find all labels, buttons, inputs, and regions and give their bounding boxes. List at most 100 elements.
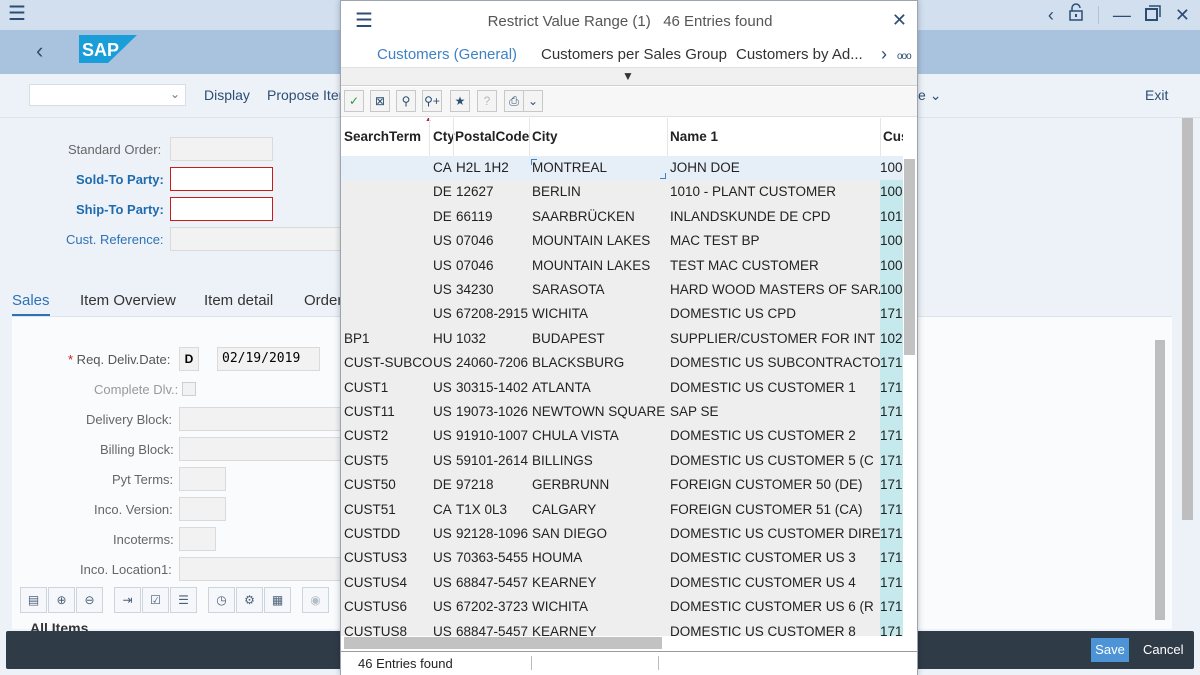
- add-icon[interactable]: ⊕: [48, 587, 75, 613]
- remove-icon[interactable]: ⊖: [76, 587, 103, 613]
- column-divider: [453, 118, 454, 156]
- table-row[interactable]: CUSTDD US 92128-1096 SAN DIEGO DOMESTIC US C…: [341, 522, 903, 547]
- checklist-icon[interactable]: ☑: [142, 587, 169, 613]
- tab-customers-general[interactable]: Customers (General): [377, 46, 517, 63]
- page-scrollbar[interactable]: [1182, 118, 1193, 520]
- table-row[interactable]: CUST11 US 19073-1026 NEWTOWN SQUARE SAP SE 17…: [341, 400, 903, 425]
- search-icon[interactable]: ⚲: [396, 90, 416, 112]
- restore-icon[interactable]: [1144, 4, 1161, 26]
- column-header-country[interactable]: Cty: [433, 129, 455, 144]
- exit-button[interactable]: Exit: [1145, 87, 1168, 103]
- cell-postalcode: 66119: [456, 208, 493, 224]
- dropdown-icon[interactable]: ⌄: [523, 90, 543, 112]
- cell-focus-indicator: [530, 158, 667, 180]
- column-header-postalcode[interactable]: PostalCode: [455, 129, 529, 144]
- table-row[interactable]: BP1 HU 1032 BUDAPEST SUPPLIER/CUSTOMER FOR I…: [341, 326, 903, 352]
- column-header-city[interactable]: City: [532, 129, 558, 144]
- table-vertical-scrollbar[interactable]: [904, 159, 915, 355]
- print-icon[interactable]: ⎙: [504, 90, 524, 112]
- req-deliv-date-field[interactable]: 02/19/2019: [217, 347, 320, 371]
- schedule-icon[interactable]: ◷: [208, 587, 235, 613]
- date-type-field[interactable]: D: [179, 347, 199, 371]
- tab-item-detail[interactable]: Item detail: [204, 292, 273, 309]
- tab-sales[interactable]: Sales: [12, 292, 50, 316]
- column-divider: [529, 118, 530, 156]
- inco-version-field[interactable]: [179, 497, 226, 521]
- standard-order-field[interactable]: [170, 137, 273, 161]
- unlock-icon[interactable]: [1068, 3, 1084, 26]
- hamburger-menu-icon[interactable]: ☰: [8, 4, 26, 24]
- column-header-name1[interactable]: Name 1: [670, 129, 718, 144]
- close-icon[interactable]: ✕: [892, 10, 907, 31]
- display-button[interactable]: Display: [204, 87, 250, 103]
- table-row[interactable]: US 67208-2915 WICHITA DOMESTIC US CPD 171: [341, 302, 903, 327]
- propose-item-button[interactable]: Propose Item: [267, 87, 350, 103]
- sold-to-party-field[interactable]: [170, 167, 273, 191]
- table-row[interactable]: CUSTUS3 US 70363-5455 HOUMA DOMESTIC CUSTOME…: [341, 546, 903, 571]
- column-header-customer[interactable]: Cus: [883, 129, 903, 144]
- cell-customer: 171: [880, 448, 903, 474]
- inco-location-field[interactable]: [179, 557, 345, 581]
- tab-customers-by-address[interactable]: Customers by Ad...: [736, 46, 863, 63]
- table-row[interactable]: CUST-SUBCO US 24060-7206 BLACKSBURG DOMESTIC…: [341, 351, 903, 376]
- back-icon[interactable]: ‹: [1048, 4, 1054, 26]
- close-icon[interactable]: ✕: [1175, 4, 1190, 26]
- cell-postalcode: 24060-7206: [456, 355, 529, 371]
- tab-order[interactable]: Order: [304, 292, 342, 309]
- table-row[interactable]: CUSTUS6 US 67202-3723 WICHITA DOMESTIC CUSTO…: [341, 595, 903, 620]
- cancel-button[interactable]: Cancel: [1143, 642, 1183, 657]
- config-icon[interactable]: ⚙: [236, 587, 263, 613]
- back-icon[interactable]: ‹: [36, 38, 43, 64]
- splitter-bar[interactable]: ▼: [341, 67, 917, 86]
- table-row[interactable]: CA H2L 1H2 MONTREAL JOHN DOE 100: [341, 156, 903, 181]
- pyt-terms-field[interactable]: [179, 467, 226, 491]
- accept-icon[interactable]: ✓: [344, 90, 364, 112]
- incoterms-field[interactable]: [179, 527, 216, 551]
- billing-block-field[interactable]: [179, 437, 345, 461]
- list-icon[interactable]: ☰: [170, 587, 197, 613]
- chevron-right-icon[interactable]: ›: [881, 44, 887, 65]
- help-icon[interactable]: ?: [477, 90, 497, 112]
- table-horizontal-scrollbar[interactable]: [344, 637, 662, 649]
- table-row[interactable]: CUST50 DE 97218 GERBRUNN FOREIGN CUSTOMER 50…: [341, 473, 903, 498]
- favorite-add-icon[interactable]: ★: [450, 90, 470, 112]
- variant-select[interactable]: ⌄: [29, 84, 186, 106]
- cell-city: KEARNEY: [532, 574, 597, 590]
- table-row[interactable]: CUSTUS4 US 68847-5457 KEARNEY DOMESTIC CUSTO…: [341, 570, 903, 596]
- table-row[interactable]: DE 12627 BERLIN 1010 - PLANT CUSTOMER 100: [341, 180, 903, 205]
- filter-toggle-icon[interactable]: ▼: [622, 69, 634, 83]
- cust-reference-field[interactable]: [170, 227, 345, 251]
- cell-postalcode: 07046: [456, 257, 494, 273]
- column-header-searchterm[interactable]: SearchTerm: [344, 129, 421, 144]
- indent-icon[interactable]: ⇥: [114, 587, 141, 613]
- more-menu-button[interactable]: e ⌄: [918, 87, 941, 104]
- details-icon[interactable]: ▤: [20, 587, 47, 613]
- minimize-icon[interactable]: —: [1113, 4, 1131, 26]
- delivery-block-field[interactable]: [179, 407, 345, 431]
- calendar-chart-icon[interactable]: ▦: [264, 587, 291, 613]
- cell-country: US: [433, 574, 452, 590]
- table-row[interactable]: US 07046 MOUNTAIN LAKES MAC TEST BP 100: [341, 229, 903, 254]
- tab-customers-per-sales-group[interactable]: Customers per Sales Group: [541, 46, 727, 63]
- cell-customer: 100: [880, 180, 903, 205]
- complete-dlv-checkbox[interactable]: [182, 382, 196, 396]
- search-more-icon[interactable]: ⚲+: [422, 90, 442, 112]
- table-row[interactable]: CUST1 US 30315-1402 ATLANTA DOMESTIC US CUST…: [341, 375, 903, 400]
- ship-to-party-field[interactable]: [170, 197, 273, 221]
- panel-scrollbar[interactable]: [1155, 340, 1165, 620]
- table-row[interactable]: US 34230 SARASOTA HARD WOOD MASTERS OF SARA…: [341, 278, 903, 303]
- pricing-icon[interactable]: ◉: [302, 587, 329, 613]
- tab-item-overview[interactable]: Item Overview: [80, 292, 176, 309]
- cancel-icon[interactable]: ⊠: [370, 90, 390, 112]
- save-button[interactable]: Save: [1091, 638, 1129, 662]
- cell-postalcode: T1X 0L3: [456, 501, 508, 517]
- table-row[interactable]: US 07046 MOUNTAIN LAKES TEST MAC CUSTOMER 10…: [341, 253, 903, 278]
- cell-customer: 171: [880, 570, 903, 596]
- table-row[interactable]: CUSTUS8 US 68847-5457 KEARNEY DOMESTIC US CU…: [341, 619, 903, 636]
- table-row[interactable]: CUST51 CA T1X 0L3 CALGARY FOREIGN CUSTOMER 5…: [341, 497, 903, 522]
- cell-city: SARASOTA: [532, 282, 605, 297]
- table-row[interactable]: DE 66119 SAARBRÜCKEN INLANDSKUNDE DE CPD 101: [341, 204, 903, 230]
- table-row[interactable]: CUST5 US 59101-2614 BILLINGS DOMESTIC US CUS…: [341, 448, 903, 474]
- more-tabs-icon[interactable]: ooo: [897, 51, 912, 62]
- table-row[interactable]: CUST2 US 91910-1007 CHULA VISTA DOMESTIC US …: [341, 424, 903, 449]
